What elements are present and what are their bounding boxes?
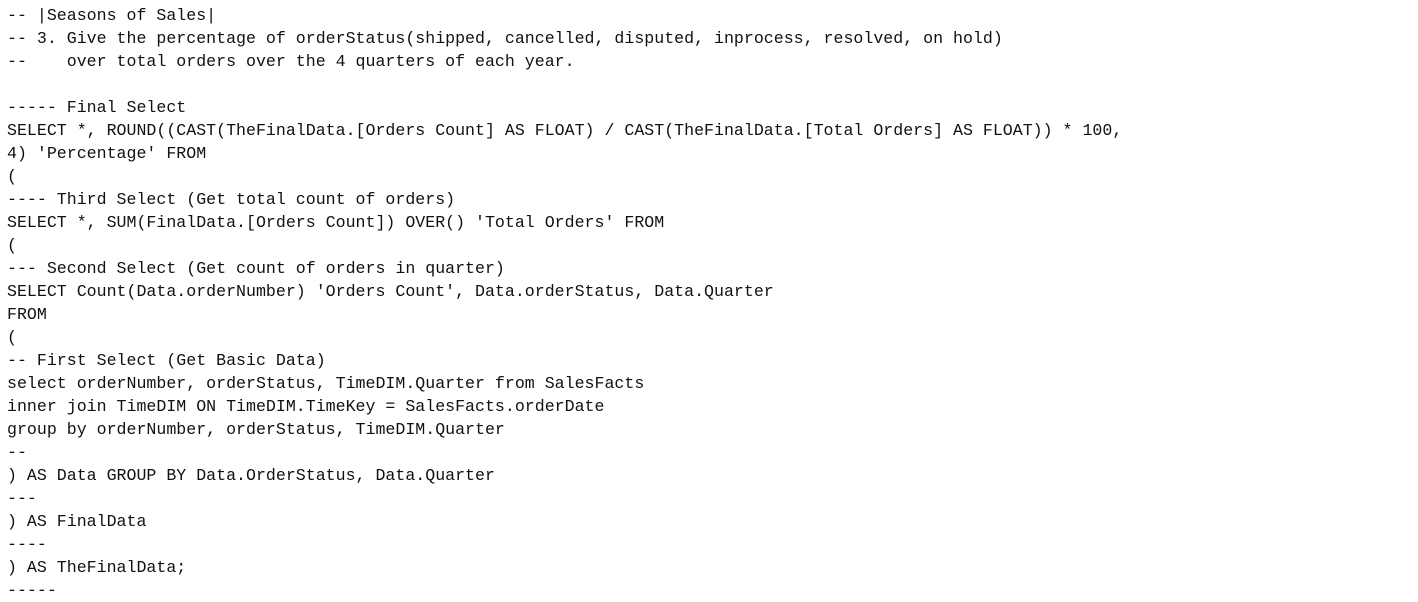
code-line-13: SELECT Count(Data.orderNumber) 'Orders C… (7, 282, 774, 301)
sql-code-editor[interactable]: -- |Seasons of Sales| -- 3. Give the per… (7, 4, 1415, 602)
code-line-18: inner join TimeDIM ON TimeDIM.TimeKey = … (7, 397, 605, 416)
code-line-7: 4) 'Percentage' FROM (7, 144, 207, 163)
code-line-1: -- |Seasons of Sales| (7, 6, 217, 25)
code-line-21: ) AS Data GROUP BY Data.OrderStatus, Dat… (7, 466, 495, 485)
code-line-26: ----- (7, 581, 57, 600)
code-line-20: -- (7, 443, 27, 462)
code-line-25: ) AS TheFinalData; (7, 558, 187, 577)
code-line-2: -- 3. Give the percentage of orderStatus… (7, 29, 1003, 48)
code-line-6: SELECT *, ROUND((CAST(TheFinalData.[Orde… (7, 121, 1123, 140)
code-line-23: ) AS FinalData (7, 512, 147, 531)
code-line-11: ( (7, 236, 17, 255)
code-line-24: ---- (7, 535, 47, 554)
code-line-16: -- First Select (Get Basic Data) (7, 351, 326, 370)
code-line-3: -- over total orders over the 4 quarters… (7, 52, 575, 71)
code-line-9: ---- Third Select (Get total count of or… (7, 190, 456, 209)
code-line-8: ( (7, 167, 17, 186)
code-line-12: --- Second Select (Get count of orders i… (7, 259, 505, 278)
code-line-15: ( (7, 328, 17, 347)
code-line-10: SELECT *, SUM(FinalData.[Orders Count]) … (7, 213, 665, 232)
code-line-19: group by orderNumber, orderStatus, TimeD… (7, 420, 505, 439)
code-line-22: --- (7, 489, 37, 508)
code-line-17: select orderNumber, orderStatus, TimeDIM… (7, 374, 645, 393)
code-line-5: ----- Final Select (7, 98, 187, 117)
code-line-14: FROM (7, 305, 47, 324)
